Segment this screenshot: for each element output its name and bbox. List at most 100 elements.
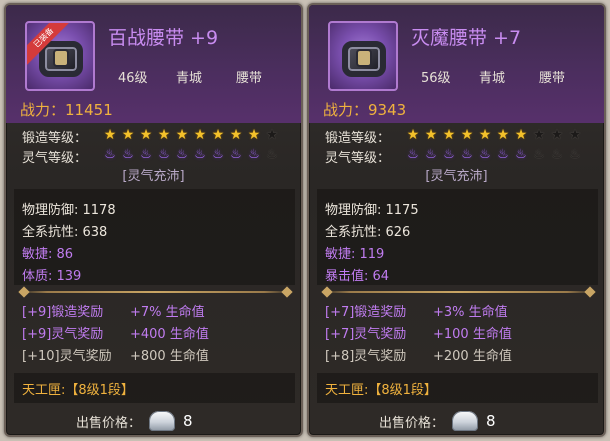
aura-level-label: 灵气等级：: [325, 151, 391, 166]
flame-filled-icon: ♨: [212, 147, 224, 162]
flame-filled-icon: ♨: [461, 147, 473, 162]
stat-agility: 敏捷: 86: [22, 247, 74, 262]
power-label: 战力：: [323, 101, 369, 119]
forge-level-row: 锻造等级： ★ ★ ★ ★ ★ ★ ★ ★ ★ ★: [22, 127, 278, 146]
belt-item-icon[interactable]: 已装备: [25, 21, 95, 91]
star-filled-icon: ★: [121, 127, 135, 143]
flame-filled-icon: ♨: [515, 147, 527, 162]
aura-status: [灵气充沛]: [122, 169, 185, 184]
star-filled-icon: ★: [139, 127, 153, 143]
bonus-value: +400 生命值: [130, 327, 209, 342]
flame-filled-icon: ♨: [158, 147, 170, 162]
bonus-tag: [+8]灵气奖励: [325, 349, 407, 364]
price-label: 出售价格：: [76, 415, 142, 431]
item-level: 46级: [118, 71, 148, 86]
item-school: 青城: [176, 71, 203, 86]
forge-level-row: 锻造等级： ★ ★ ★ ★ ★ ★ ★ ★ ★ ★: [325, 127, 581, 146]
star-empty-icon: ★: [532, 127, 546, 143]
item-tooltip-left: 已装备 百战腰带 +9 46级 青城 腰带 战力：11451 锻造等级： ★ ★ ★…: [4, 3, 303, 437]
item-name: 百战腰带 +9: [108, 27, 219, 49]
combat-power: 战力：11451: [20, 99, 113, 120]
power-value: 11451: [65, 101, 113, 119]
bonus-tag: [+7]锻造奖励: [325, 305, 407, 320]
flame-filled-icon: ♨: [425, 147, 437, 162]
item-slot: 腰带: [539, 71, 566, 86]
aura-level-row: 灵气等级： ♨ ♨ ♨ ♨ ♨ ♨ ♨ ♨ ♨ ♨: [22, 147, 278, 166]
bonus-tag: [+7]灵气奖励: [325, 327, 407, 342]
bonus-aura-next: [+10]灵气奖励 +800 生命值: [22, 345, 209, 364]
star-filled-icon: ★: [514, 127, 528, 143]
silver-ingot-icon: [452, 411, 479, 431]
item-name: 灭魔腰带 +7: [411, 27, 522, 49]
flame-filled-icon: ♨: [248, 147, 260, 162]
star-filled-icon: ★: [103, 127, 117, 143]
bonus-tag: [+9]锻造奖励: [22, 305, 104, 320]
bonus-aura: [+7]灵气奖励 +100 生命值: [325, 323, 512, 342]
star-filled-icon: ★: [460, 127, 474, 143]
flame-filled-icon: ♨: [176, 147, 188, 162]
price-count: 8: [486, 412, 496, 430]
bonus-value: +800 生命值: [130, 349, 209, 364]
divider: [20, 291, 291, 293]
star-filled-icon: ★: [424, 127, 438, 143]
flame-empty-icon: ♨: [551, 147, 563, 162]
flame-empty-icon: ♨: [533, 147, 545, 162]
bonus-aura: [+9]灵气奖励 +400 生命值: [22, 323, 209, 342]
aura-level-row: 灵气等级： ♨ ♨ ♨ ♨ ♨ ♨ ♨ ♨ ♨ ♨: [325, 147, 581, 166]
star-filled-icon: ★: [157, 127, 171, 143]
stat-all-resist: 全系抗性: 638: [22, 225, 108, 240]
sell-price: 出售价格： 8: [379, 411, 496, 431]
star-filled-icon: ★: [175, 127, 189, 143]
star-filled-icon: ★: [193, 127, 207, 143]
flame-filled-icon: ♨: [497, 147, 509, 162]
bonus-forge: [+9]锻造奖励 +7% 生命值: [22, 301, 205, 320]
bonus-value: +100 生命值: [433, 327, 512, 342]
star-filled-icon: ★: [442, 127, 456, 143]
item-level: 56级: [421, 71, 451, 86]
bonus-tag: [+10]灵气奖励: [22, 349, 112, 364]
stat-agility: 敏捷: 119: [325, 247, 385, 262]
item-school: 青城: [479, 71, 506, 86]
price-label: 出售价格：: [379, 415, 445, 431]
bonus-value: +200 生命值: [433, 349, 512, 364]
power-value: 9343: [368, 101, 407, 119]
forge-level-label: 锻造等级：: [325, 131, 391, 146]
star-empty-icon: ★: [265, 127, 279, 143]
price-count: 8: [183, 412, 193, 430]
aura-flames: ♨ ♨ ♨ ♨ ♨ ♨ ♨ ♨ ♨ ♨: [405, 147, 583, 163]
flame-filled-icon: ♨: [104, 147, 116, 162]
bonus-forge: [+7]锻造奖励 +3% 生命值: [325, 301, 508, 320]
flame-filled-icon: ♨: [122, 147, 134, 162]
flame-empty-icon: ♨: [569, 147, 581, 162]
stat-physical-defense: 物理防御: 1175: [325, 203, 419, 218]
flame-filled-icon: ♨: [443, 147, 455, 162]
power-label: 战力：: [20, 101, 66, 119]
flame-empty-icon: ♨: [266, 147, 278, 162]
flame-filled-icon: ♨: [230, 147, 242, 162]
star-empty-icon: ★: [550, 127, 564, 143]
bonus-value: +3% 生命值: [433, 305, 508, 320]
star-filled-icon: ★: [496, 127, 510, 143]
bonus-aura-next: [+8]灵气奖励 +200 生命值: [325, 345, 512, 364]
aura-level-label: 灵气等级：: [22, 151, 88, 166]
item-slot: 腰带: [236, 71, 263, 86]
crafter-level: 天工匣:【8级1段】: [325, 383, 437, 398]
silver-ingot-icon: [149, 411, 176, 431]
star-filled-icon: ★: [211, 127, 225, 143]
bonus-value: +7% 生命值: [130, 305, 205, 320]
forge-stars: ★ ★ ★ ★ ★ ★ ★ ★ ★ ★: [405, 127, 583, 143]
bonus-tag: [+9]灵气奖励: [22, 327, 104, 342]
flame-filled-icon: ♨: [479, 147, 491, 162]
aura-status: [灵气充沛]: [425, 169, 488, 184]
stat-all-resist: 全系抗性: 626: [325, 225, 411, 240]
stat-constitution: 体质: 139: [22, 269, 82, 284]
flame-filled-icon: ♨: [140, 147, 152, 162]
belt-item-icon[interactable]: [328, 21, 398, 91]
forge-level-label: 锻造等级：: [22, 131, 88, 146]
star-filled-icon: ★: [406, 127, 420, 143]
belt-icon: [39, 41, 83, 77]
flame-filled-icon: ♨: [194, 147, 206, 162]
star-empty-icon: ★: [568, 127, 582, 143]
star-filled-icon: ★: [478, 127, 492, 143]
item-tooltip-right: 灭魔腰带 +7 56级 青城 腰带 战力：9343 锻造等级： ★ ★ ★ ★ ★ ★ ★ ★…: [307, 3, 606, 437]
